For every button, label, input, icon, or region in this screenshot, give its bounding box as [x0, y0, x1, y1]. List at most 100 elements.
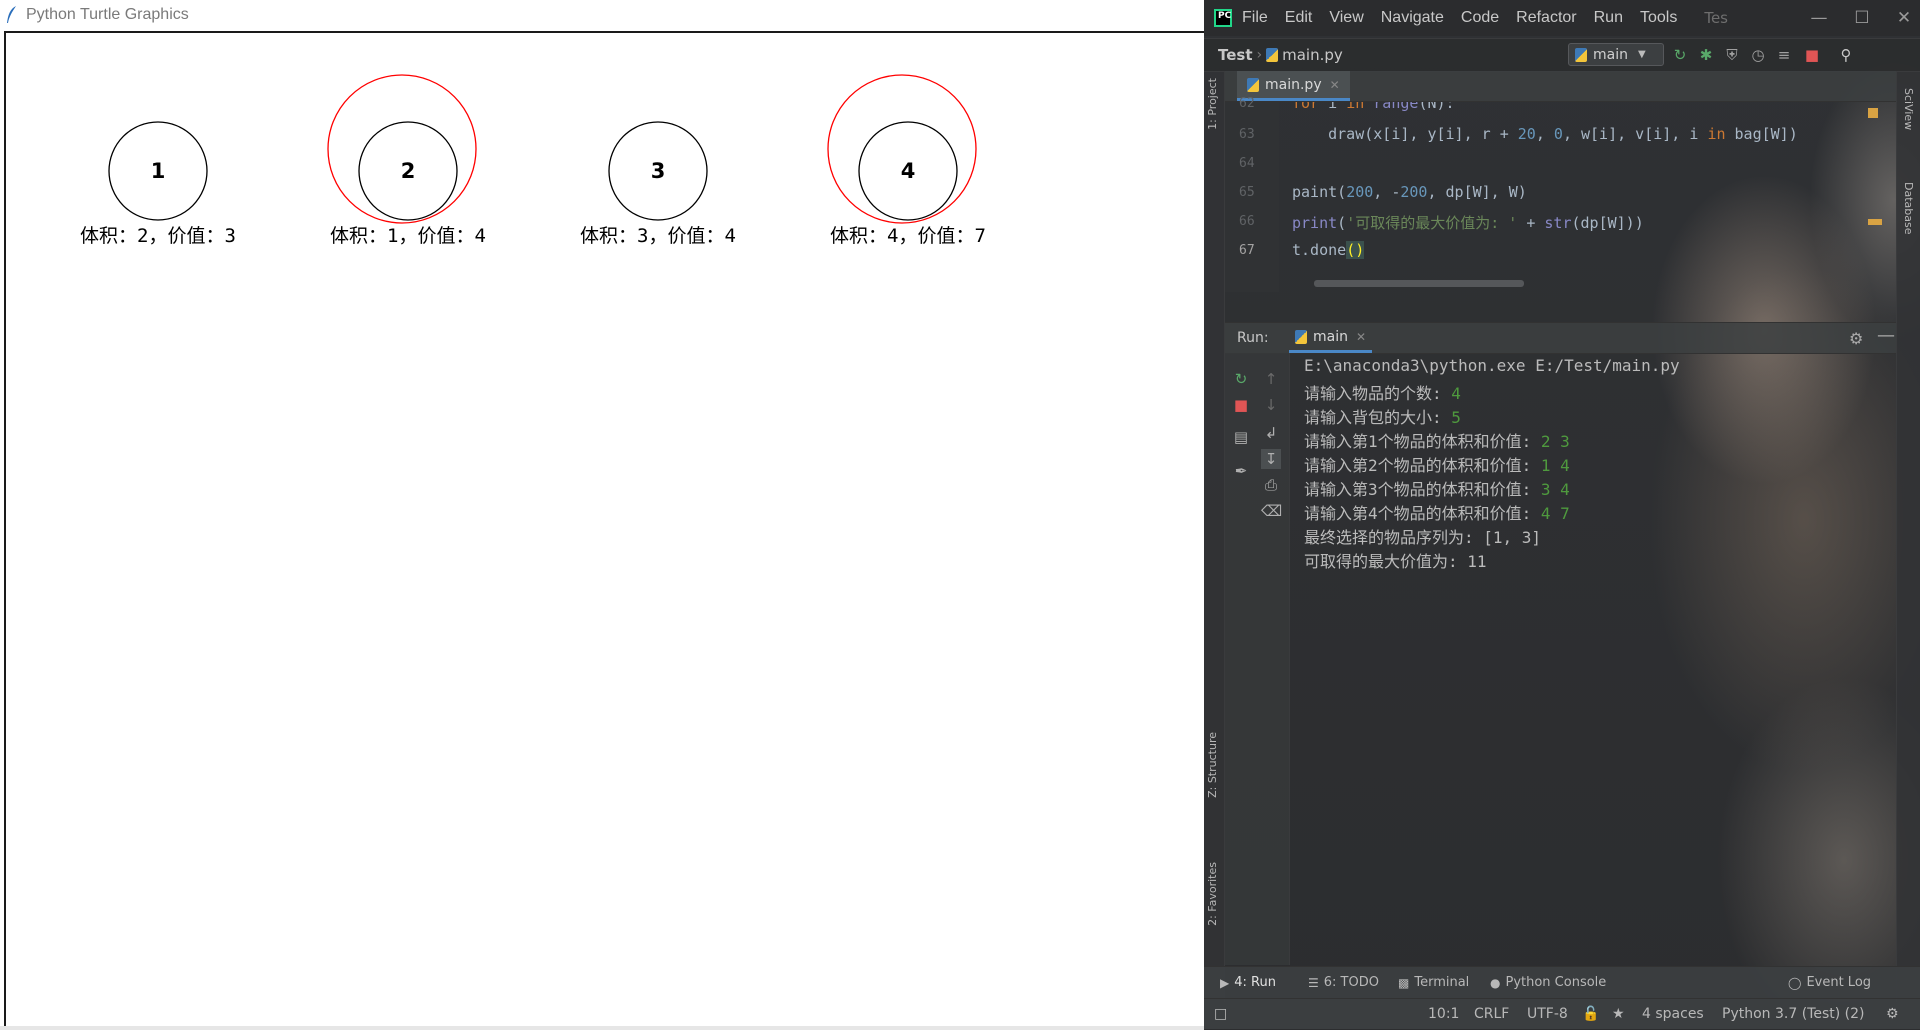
console-line: 请输入背包的大小: 5 [1304, 408, 1461, 427]
menu-file[interactable]: File [1242, 9, 1268, 27]
file-encoding[interactable]: UTF-8 [1527, 1006, 1568, 1022]
tool-tab-favorites[interactable]: 2: Favorites [1206, 862, 1219, 926]
error-stripe-marker[interactable] [1868, 219, 1882, 225]
console-line: 请输入物品的个数: 4 [1304, 384, 1461, 403]
turtle-window-title: Python Turtle Graphics [26, 6, 189, 23]
code-line[interactable]: for i in range(N): [1292, 102, 1455, 112]
editor-tab-label: main.py [1265, 76, 1322, 93]
line-number: 62 [1239, 96, 1255, 111]
console-line: 请输入第3个物品的体积和价值: 3 4 [1304, 480, 1570, 499]
tab-event-log[interactable]: ◯ Event Log [1788, 975, 1871, 990]
list-icon: ☰ [1308, 975, 1319, 990]
turtle-graphics-window: Python Turtle Graphics 1 体积：2，价值：3 2 体积：1，价… [0, 0, 1204, 1030]
menu-tools[interactable]: Tools [1640, 9, 1677, 27]
tool-tab-sciview[interactable]: SciView [1902, 88, 1915, 130]
search-icon[interactable]: ⚲ [1836, 45, 1856, 65]
terminal-icon: ▩ [1398, 975, 1410, 990]
close-tab-icon[interactable]: ✕ [1330, 78, 1340, 92]
stop-icon[interactable]: ■ [1231, 395, 1251, 415]
code-line[interactable]: print('可取得的最大价值为: ' + str(dp[W])) [1292, 212, 1644, 233]
code-line[interactable]: t.done() [1292, 241, 1365, 259]
tab-run[interactable]: ▶ 4: Run [1220, 975, 1276, 990]
navigation-bar: Test › main.py main ▼ ↻ ✱ ⛨ ◷ ≡ ■ ⚲ [1204, 38, 1920, 72]
item-number: 2 [401, 159, 416, 183]
breadcrumb-project[interactable]: Test [1218, 46, 1253, 64]
layout-icon[interactable]: ▤ [1231, 427, 1251, 447]
toggle-tool-windows-icon[interactable]: □ [1214, 1006, 1227, 1022]
turtle-canvas: 1 体积：2，价值：3 2 体积：1，价值：4 3 体积：3，价值：4 4 体积：4，价值：7 [4, 31, 1204, 1028]
run-console-output[interactable]: E:\anaconda3\python.exe E:/Test/main.py … [1292, 353, 1892, 965]
selected-item-ring [827, 74, 977, 224]
console-line: 请输入第1个物品的体积和价值: 2 3 [1304, 432, 1570, 451]
menu-run[interactable]: Run [1594, 9, 1623, 27]
stop-icon[interactable]: ■ [1802, 45, 1822, 65]
close-tab-icon[interactable]: ✕ [1356, 330, 1366, 344]
rerun-icon[interactable]: ↻ [1231, 369, 1251, 389]
tab-todo[interactable]: ☰ 6: TODO [1308, 975, 1379, 990]
item-number: 3 [651, 159, 666, 183]
line-number: 65 [1239, 185, 1255, 200]
line-number-current: 67 [1239, 243, 1255, 258]
menu-refactor[interactable]: Refactor [1516, 9, 1576, 27]
line-separator[interactable]: CRLF [1474, 1006, 1509, 1022]
tab-python-console[interactable]: ● Python Console [1490, 975, 1606, 990]
coverage-icon[interactable]: ⛨ [1722, 45, 1742, 65]
run-tab-label: main [1313, 328, 1348, 345]
tool-tab-structure[interactable]: Z: Structure [1206, 732, 1219, 798]
inspector-icon[interactable]: ⚙ [1886, 1006, 1899, 1022]
indent-setting[interactable]: 4 spaces [1642, 1006, 1704, 1022]
git-icon[interactable]: ★ [1612, 1006, 1625, 1022]
selected-item-ring [327, 74, 477, 224]
pin-icon[interactable]: ✒ [1231, 461, 1251, 481]
pycharm-window: PC File Edit View Navigate Code Refactor… [1204, 0, 1920, 1030]
run-tab-main[interactable]: main ✕ [1289, 323, 1373, 353]
editor-gutter: 62 63 64 65 66 67 [1225, 96, 1279, 292]
maximize-icon[interactable]: ☐ [1850, 6, 1874, 30]
left-tool-window-stripe: 1: Project Z: Structure 2: Favorites [1204, 72, 1225, 1002]
menu-bar: PC File Edit View Navigate Code Refactor… [1204, 0, 1920, 36]
python-interpreter[interactable]: Python 3.7 (Test) (2) [1722, 1006, 1864, 1022]
line-number: 63 [1239, 127, 1255, 142]
python-icon [1575, 47, 1587, 62]
concurrency-icon[interactable]: ≡ [1774, 45, 1794, 65]
tab-terminal[interactable]: ▩ Terminal [1398, 975, 1469, 990]
item-number: 1 [151, 159, 166, 183]
gear-icon[interactable]: ⚙ [1849, 329, 1863, 348]
run-label: Run: [1237, 330, 1269, 346]
rerun-icon[interactable]: ↻ [1670, 45, 1690, 65]
profile-icon[interactable]: ◷ [1748, 45, 1768, 65]
debug-icon[interactable]: ✱ [1696, 45, 1716, 65]
code-line[interactable]: paint(200, -200, dp[W], W) [1292, 183, 1527, 201]
code-line[interactable]: draw(x[i], y[i], r + 20, 0, w[i], v[i], … [1292, 125, 1798, 143]
tool-tab-database[interactable]: Database [1902, 182, 1915, 235]
soft-wrap-icon[interactable]: ↲ [1261, 423, 1281, 443]
tool-tab-project[interactable]: 1: Project [1206, 78, 1219, 130]
editor-horizontal-scrollbar[interactable] [1314, 280, 1524, 287]
menu-view[interactable]: View [1329, 9, 1363, 27]
warning-marker-icon[interactable] [1868, 108, 1878, 118]
turtle-titlebar[interactable]: Python Turtle Graphics [0, 0, 1204, 30]
arrow-up-icon[interactable]: ↑ [1261, 369, 1281, 389]
menu-code[interactable]: Code [1461, 9, 1499, 27]
lock-icon[interactable]: 🔓 [1582, 1006, 1599, 1022]
menu-navigate[interactable]: Navigate [1381, 9, 1444, 27]
line-number: 64 [1239, 156, 1255, 171]
code-editor[interactable]: for i in range(N): draw(x[i], y[i], r + … [1280, 102, 1870, 292]
run-toolbar: ↻ ↑ ■ ↓ ↲ ▤ ↧ ✒ ⎙ ⌫ [1225, 353, 1290, 965]
editor-tab-bar: main.py ✕ [1225, 71, 1896, 102]
breadcrumb-file[interactable]: main.py [1282, 46, 1343, 64]
minimize-icon[interactable]: — [1807, 6, 1831, 30]
item-number: 4 [901, 159, 916, 183]
console-line: 请输入第4个物品的体积和价值: 4 7 [1304, 504, 1570, 523]
caret-position[interactable]: 10:1 [1428, 1006, 1459, 1022]
right-tool-window-stripe: SciView Database [1896, 72, 1920, 1002]
menu-edit[interactable]: Edit [1285, 9, 1313, 27]
hide-panel-icon[interactable]: — [1877, 325, 1895, 346]
item-caption: 体积：4，价值：7 [830, 225, 986, 247]
print-icon[interactable]: ⎙ [1261, 475, 1281, 495]
scroll-to-end-icon[interactable]: ↧ [1261, 449, 1281, 469]
arrow-down-icon[interactable]: ↓ [1261, 395, 1281, 415]
run-configuration-select[interactable]: main ▼ [1568, 43, 1664, 66]
close-icon[interactable]: ✕ [1892, 6, 1916, 30]
trash-icon[interactable]: ⌫ [1261, 501, 1282, 521]
